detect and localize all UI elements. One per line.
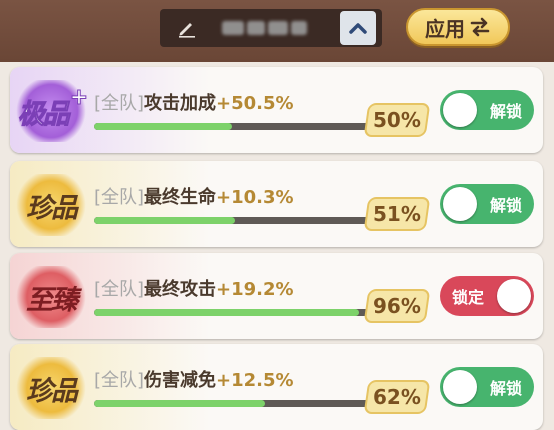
toggle-knob [443, 370, 477, 404]
bonus-title: [全队]最终生命+10.3% [94, 187, 294, 208]
percent-badge: 50% [363, 103, 431, 137]
percent-badge: 62% [363, 380, 431, 414]
toggle-knob [443, 187, 477, 221]
progress-fill [94, 400, 266, 407]
bonus-title: [全队]攻击加成+50.5% [94, 93, 294, 114]
preset-name-blurred [222, 18, 322, 38]
progress-fill [94, 309, 359, 316]
bonus-card: 极品 + [全队]攻击加成+50.5% 50% 解锁 [10, 67, 543, 153]
percent-badge: 96% [363, 289, 431, 323]
apply-label: 应用 [425, 16, 465, 41]
toggle-label: 锁定 [452, 288, 485, 307]
progress-bar [94, 217, 370, 224]
rarity-badge: 珍品 [14, 357, 88, 419]
bonus-title: [全队]伤害减免+12.5% [94, 370, 294, 391]
rarity-badge: 珍品 [14, 174, 88, 236]
bonus-card: 珍品 [全队]最终生命+10.3% 51% 解锁 [10, 161, 543, 247]
toggle-knob [497, 279, 531, 313]
lock-toggle[interactable]: 解锁 [440, 184, 534, 224]
percent-badge: 51% [363, 197, 431, 231]
toggle-label: 解锁 [489, 102, 522, 121]
pencil-icon[interactable] [172, 13, 202, 43]
lock-toggle[interactable]: 锁定 [440, 276, 534, 316]
bonus-card: 珍品 [全队]伤害减免+12.5% 62% 解锁 [10, 344, 543, 430]
lock-toggle[interactable]: 解锁 [440, 90, 534, 130]
toggle-knob [443, 93, 477, 127]
rarity-badge: 极品 + [14, 80, 89, 142]
collapse-button[interactable] [340, 11, 376, 45]
toggle-label: 解锁 [489, 196, 522, 215]
lock-toggle[interactable]: 解锁 [440, 367, 534, 407]
bonus-card: 至臻 [全队]最终攻击+19.2% 96% 锁定 [10, 253, 543, 339]
toggle-label: 解锁 [489, 379, 522, 398]
swap-arrows-icon [470, 17, 490, 37]
chevron-up-icon [349, 23, 367, 34]
apply-button[interactable]: 应用 [406, 8, 510, 46]
progress-bar [94, 309, 370, 316]
progress-bar [94, 400, 370, 407]
rarity-badge: 至臻 [14, 266, 88, 328]
bonus-title: [全队]最终攻击+19.2% [94, 279, 294, 300]
progress-bar [94, 123, 370, 130]
progress-fill [94, 123, 232, 130]
progress-fill [94, 217, 235, 224]
